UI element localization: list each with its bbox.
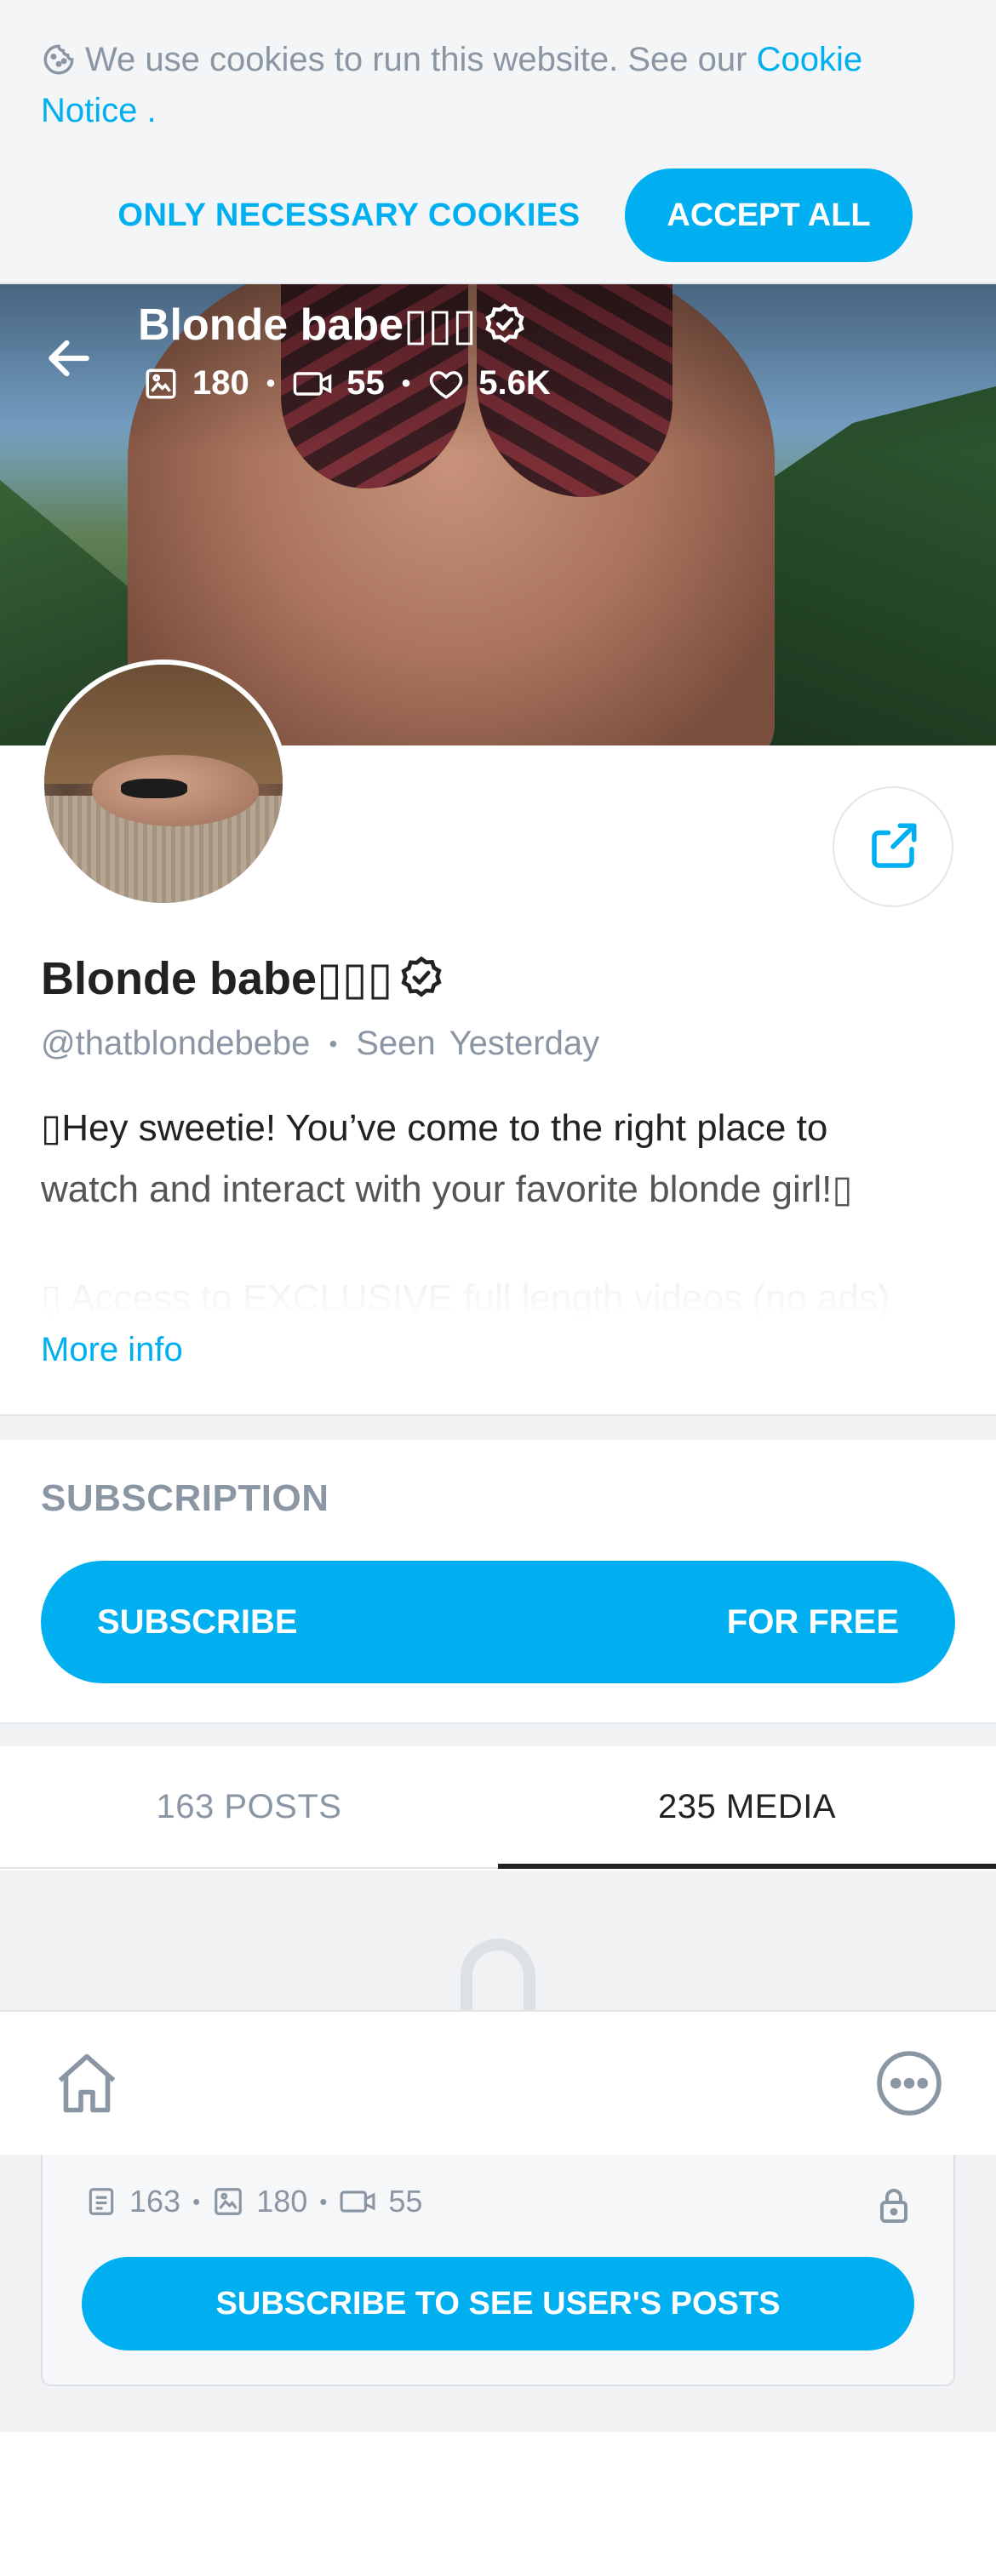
- section-divider: [0, 1414, 996, 1440]
- image-icon: [215, 2188, 243, 2215]
- subscription-title: SUBSCRIPTION: [41, 1477, 329, 1519]
- stat-separator: •: [319, 2188, 328, 2214]
- subscribe-button[interactable]: SUBSCRIBE FOR FREE: [41, 1561, 955, 1683]
- verified-icon: [401, 956, 442, 997]
- videos-count: 55: [346, 364, 385, 402]
- bio-line-1: ▯Hey sweetie! You’ve come to the right p…: [41, 1107, 828, 1149]
- section-divider: [0, 1722, 996, 1746]
- locked-photos-stat: 180: [212, 2184, 307, 2219]
- cookie-notice-text: We use cookies to run this website. See …: [41, 34, 960, 136]
- subscribe-price: FOR FREE: [726, 1602, 899, 1641]
- verified-icon: [485, 303, 524, 343]
- back-button[interactable]: [43, 332, 95, 385]
- share-button[interactable]: [833, 786, 953, 907]
- seen-value: Yesterday: [449, 1025, 600, 1062]
- profile-name-text: Blonde babe▯▯▯: [41, 953, 393, 1004]
- more-info-link[interactable]: More info: [41, 1331, 183, 1369]
- back-arrow-icon: [49, 340, 89, 377]
- subscribe-to-see-posts-button[interactable]: SUBSCRIBE TO SEE USER'S POSTS: [82, 2257, 914, 2350]
- locked-posts-count: 163: [129, 2184, 181, 2219]
- heart-icon: [430, 370, 463, 399]
- seen-label: Seen: [356, 1025, 436, 1062]
- stat-separator: •: [266, 368, 276, 397]
- cookie-banner: We use cookies to run this website. See …: [0, 0, 996, 284]
- only-necessary-cookies-button[interactable]: ONLY NECESSARY COOKIES: [102, 170, 596, 260]
- videos-stat: 55: [292, 364, 385, 403]
- meta-separator: •: [329, 1030, 338, 1057]
- locked-posts-stat: 163: [85, 2184, 180, 2219]
- header-stats: 180 • 55 • 5.6K: [143, 364, 551, 403]
- video-icon: [340, 2190, 375, 2213]
- image-icon: [146, 368, 176, 398]
- lock-icon: [880, 2189, 907, 2223]
- subscribe-label: SUBSCRIBE: [97, 1602, 298, 1641]
- post-icon: [89, 2188, 114, 2215]
- bottom-navigation: [0, 2010, 996, 2155]
- bio-faded-line: ▯ Access to EXCLUSIVE full length videos…: [41, 1277, 890, 1319]
- locked-videos-count: 55: [388, 2184, 423, 2219]
- cookie-trail: .: [137, 92, 157, 129]
- more-button[interactable]: [873, 2048, 945, 2119]
- bio: ▯Hey sweetie! You’ve come to the right p…: [41, 1098, 960, 1220]
- likes-count: 5.6K: [478, 364, 551, 402]
- photos-stat: 180: [143, 364, 249, 403]
- bio-line-2: watch and interact with your favorite bl…: [41, 1168, 853, 1210]
- home-button[interactable]: [51, 2048, 123, 2119]
- profile-name: Blonde babe▯▯▯: [41, 951, 445, 1005]
- cookie-icon: [43, 44, 74, 75]
- tab-posts[interactable]: 163 POSTS: [0, 1746, 498, 1867]
- locked-videos-stat: 55: [339, 2184, 422, 2219]
- profile-tabs: 163 POSTS 235 MEDIA: [0, 1746, 996, 1869]
- likes-stat: 5.6K: [427, 364, 551, 403]
- avatar[interactable]: [39, 660, 288, 908]
- locked-stats: 163 • 180 • 55: [85, 2184, 422, 2219]
- username: @thatblondebebe: [41, 1025, 311, 1062]
- photos-count: 180: [192, 364, 249, 402]
- stat-separator: •: [401, 368, 411, 397]
- header-name: Blonde babe▯▯▯: [138, 300, 528, 351]
- stat-separator: •: [192, 2188, 201, 2214]
- tab-media[interactable]: 235 MEDIA: [498, 1746, 996, 1869]
- home-icon: [58, 2053, 116, 2113]
- locked-photos-count: 180: [256, 2184, 308, 2219]
- accept-all-button[interactable]: ACCEPT ALL: [625, 168, 913, 262]
- cookie-text: We use cookies to run this website. See …: [85, 41, 757, 78]
- video-icon: [293, 371, 332, 396]
- more-icon: [877, 2051, 942, 2116]
- share-icon: [872, 823, 917, 868]
- header-name-text: Blonde babe▯▯▯: [138, 300, 477, 350]
- profile-meta: @thatblondebebe • Seen Yesterday: [41, 1025, 599, 1063]
